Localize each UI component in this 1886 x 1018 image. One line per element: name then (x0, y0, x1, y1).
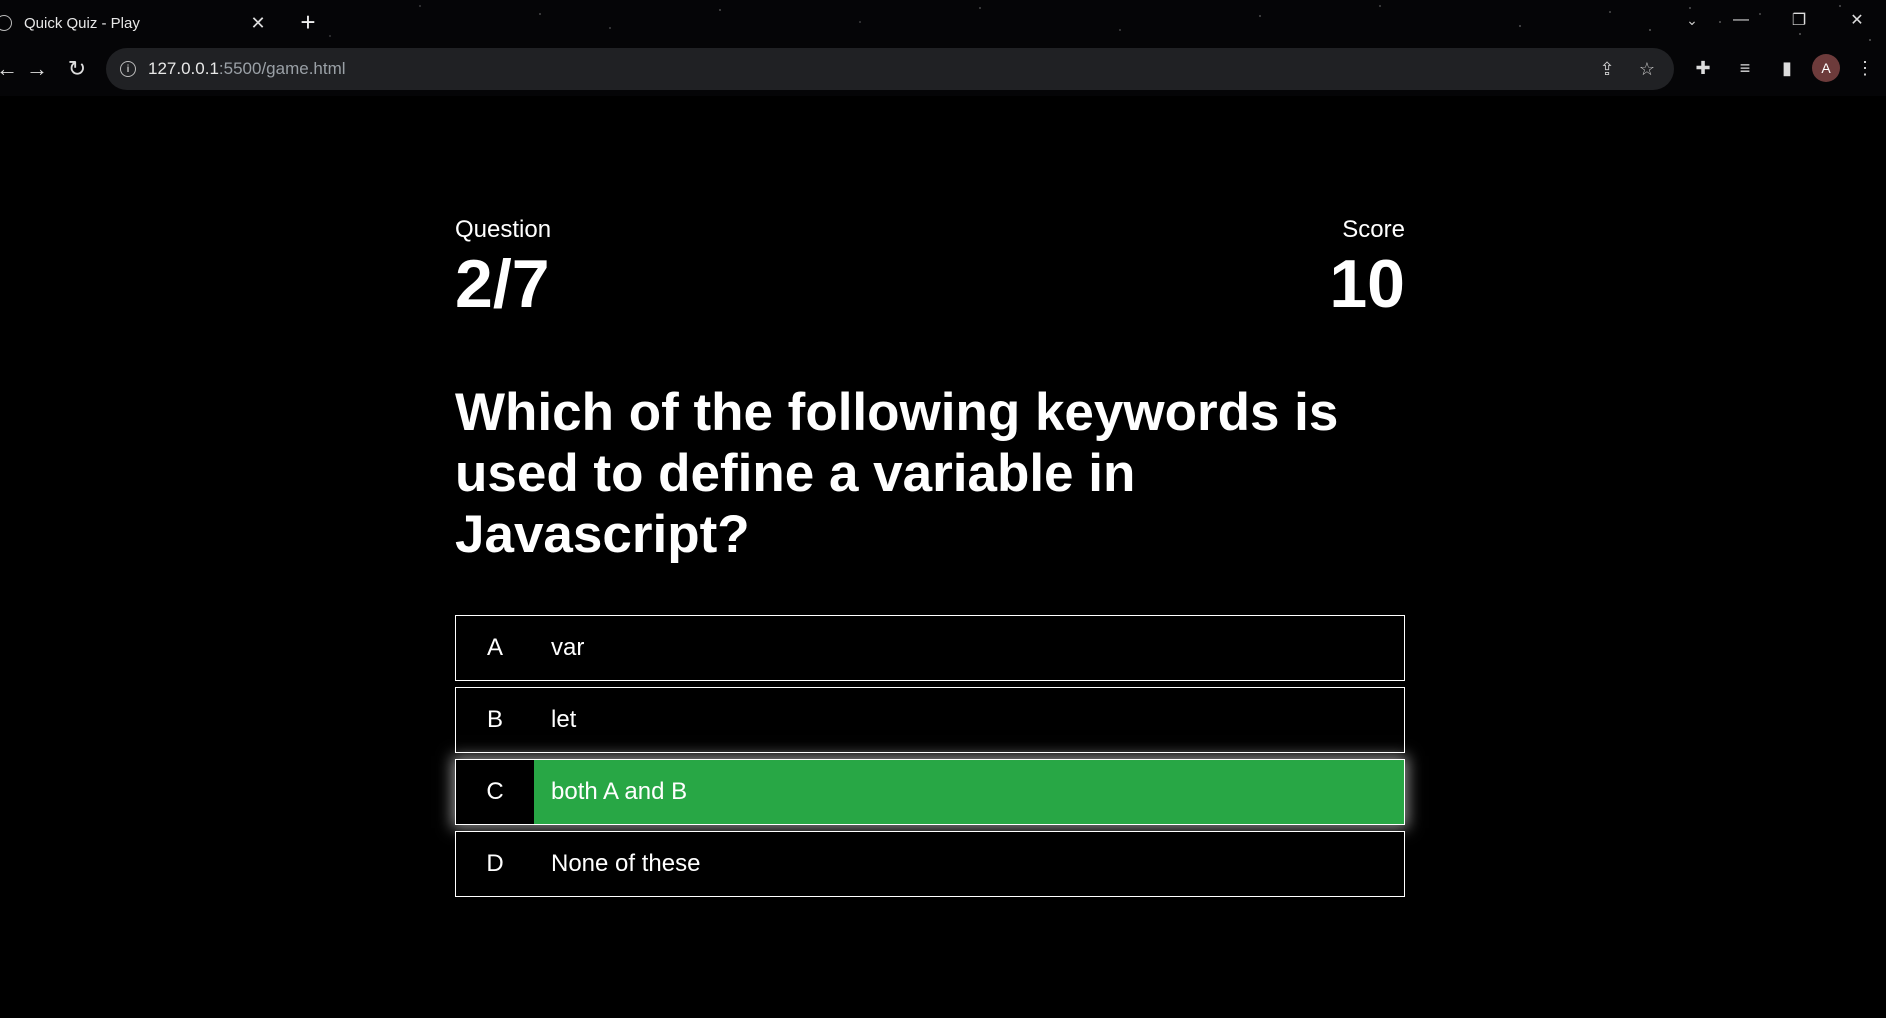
choice-prefix: C (486, 778, 504, 805)
choice-list: A var B let C both A and B D None of the… (455, 615, 1405, 897)
avatar[interactable]: A (1812, 54, 1840, 82)
score-value: 10 (1329, 246, 1405, 322)
choice-prefix: A (486, 634, 503, 661)
close-icon[interactable]: ✕ (246, 11, 270, 35)
forward-icon[interactable]: → (22, 54, 52, 84)
choice-prefix: D (486, 850, 504, 877)
browser-chrome: Quick Quiz - Play ✕ + ⌄ — ❐ ✕ ← → ↻ i 12… (0, 0, 1886, 96)
url-host: 127.0.0.1 (148, 59, 219, 78)
question-counter-label: Question (455, 216, 552, 243)
choice-a[interactable]: A var (455, 615, 1405, 681)
choice-text: let (551, 706, 577, 733)
reading-list-icon[interactable]: ≡ (1728, 50, 1762, 86)
browser-toolbar: ← → ↻ i 127.0.0.1 :5500/game.html ⇪ ☆ ✚ … (0, 46, 1886, 92)
star-icon[interactable]: ☆ (1634, 56, 1660, 82)
choice-text: None of these (551, 850, 701, 877)
globe-icon (0, 15, 12, 31)
choice-text: both A and B (534, 760, 1404, 824)
question-counter-value: 2/7 (455, 246, 550, 322)
address-bar[interactable]: i 127.0.0.1 :5500/game.html ⇪ ☆ (106, 48, 1674, 90)
hud: Question 2/7 Score 10 (455, 216, 1405, 318)
choice-prefix: B (486, 706, 503, 733)
score-label: Score (1342, 216, 1405, 243)
question-text: Which of the following keywords is used … (455, 383, 1339, 564)
reload-icon[interactable]: ↻ (62, 54, 92, 84)
extension-area: ✚ ≡ ▮ A ⋮ (1686, 50, 1882, 86)
tab-strip: Quick Quiz - Play ✕ + ⌄ — ❐ ✕ (0, 0, 1886, 42)
menu-icon[interactable]: ⋮ (1848, 50, 1882, 86)
tab-title: Quick Quiz - Play (24, 14, 140, 32)
window-close-icon[interactable]: ✕ (1828, 0, 1886, 40)
side-panel-icon[interactable]: ▮ (1770, 50, 1804, 86)
restore-icon[interactable]: ❐ (1770, 0, 1828, 40)
minimize-icon[interactable]: — (1712, 0, 1770, 40)
quiz-page: Question 2/7 Score 10 Which of the follo… (0, 96, 1886, 1018)
back-icon[interactable]: ← (0, 54, 22, 84)
url-path: :5500/game.html (218, 59, 346, 78)
choice-c[interactable]: C both A and B (455, 759, 1405, 825)
choice-text: var (551, 634, 585, 661)
quiz-container: Question 2/7 Score 10 Which of the follo… (455, 216, 1405, 903)
info-icon[interactable]: i (120, 61, 136, 77)
puzzle-icon[interactable]: ✚ (1686, 50, 1720, 86)
share-icon[interactable]: ⇪ (1594, 56, 1620, 82)
plus-icon[interactable]: + (294, 8, 322, 36)
score-display: Score 10 (1329, 216, 1405, 318)
browser-tab[interactable]: Quick Quiz - Play ✕ (0, 4, 280, 42)
question-counter: Question 2/7 (455, 216, 551, 318)
window-controls: — ❐ ✕ (1712, 0, 1886, 40)
tab-search-icon[interactable]: ⌄ (1678, 6, 1706, 34)
choice-b[interactable]: B let (455, 687, 1405, 753)
choice-d[interactable]: D None of these (455, 831, 1405, 897)
